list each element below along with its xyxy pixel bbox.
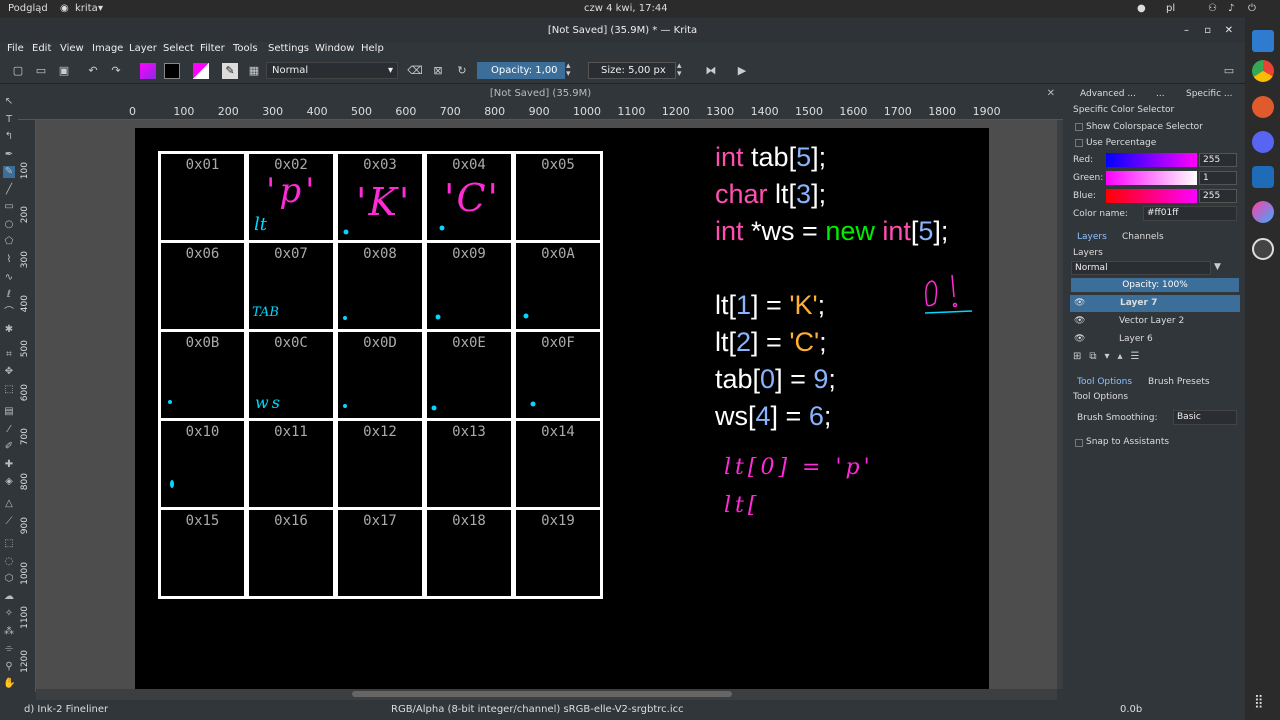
blue-label: Blue:: [1073, 191, 1096, 201]
layer-name: Layer 7: [1120, 298, 1158, 308]
snap-assistants-label: Snap to Assistants: [1086, 437, 1170, 447]
krita-icon[interactable]: [1252, 201, 1274, 223]
code-line-1: int tab[5];: [715, 142, 827, 172]
ink-ws: ws: [255, 393, 283, 412]
use-percentage-label: Use Percentage: [1086, 138, 1157, 148]
obs-icon[interactable]: [1252, 238, 1274, 260]
green-label: Green:: [1073, 173, 1104, 183]
status-brush[interactable]: d) Ink-2 Fineliner: [24, 704, 108, 715]
show-colorspace-checkbox[interactable]: [1075, 123, 1083, 131]
snap-assistants-checkbox[interactable]: [1075, 439, 1083, 447]
handwriting-cyan: [168, 225, 536, 488]
layer-opacity-slider[interactable]: Opacity: 100%: [1071, 278, 1239, 292]
red-label: Red:: [1073, 155, 1094, 165]
vertical-scrollbar[interactable]: [1057, 120, 1063, 689]
apps-grid-icon[interactable]: ⣿: [1254, 694, 1264, 709]
ink-note-2: lt[: [724, 493, 761, 518]
code-line-3: int *ws = new int[5];: [715, 216, 949, 246]
layer-actions[interactable]: ⊞⧉▾▴☰: [1073, 351, 1238, 365]
code-line-5: lt[2] = 'C';: [715, 327, 827, 357]
ink-dot: [523, 313, 529, 319]
ink-dot: [168, 400, 172, 404]
layers-title: Layers: [1073, 248, 1103, 258]
layer-name: Vector Layer 2: [1119, 316, 1185, 326]
tab-more[interactable]: ...: [1156, 89, 1165, 99]
filter-icon[interactable]: ▼: [1214, 262, 1221, 272]
ink-dot: [170, 480, 174, 488]
red-spinbox[interactable]: 255: [1199, 153, 1237, 167]
eye-icon[interactable]: 👁: [1074, 295, 1085, 312]
ink-tab: TAB: [252, 305, 279, 320]
code-line-4: lt[1] = 'K';: [715, 290, 826, 320]
ink-char-c: 'C': [444, 176, 500, 220]
status-size: 0.0b: [1120, 704, 1143, 715]
ink-dot: [435, 314, 441, 320]
ink-dot: [530, 401, 536, 407]
settings-icon[interactable]: [1252, 96, 1274, 118]
eye-icon[interactable]: 👁: [1074, 313, 1085, 330]
ink-dot: [343, 316, 347, 320]
tab-channels[interactable]: Channels: [1122, 232, 1164, 242]
chrome-icon[interactable]: [1252, 60, 1274, 82]
layer-name: Layer 6: [1119, 334, 1153, 344]
tab-specific-color[interactable]: Specific ...: [1186, 89, 1232, 99]
app-dock: ⣿: [1245, 18, 1280, 720]
code-line-7: ws[4] = 6;: [715, 401, 832, 431]
ink-exclaim-dot: [952, 302, 958, 308]
ink-lt: lt: [254, 214, 267, 235]
show-colorspace-label: Show Colorspace Selector: [1086, 122, 1203, 132]
vscode-icon[interactable]: [1252, 166, 1274, 188]
layer-row[interactable]: 👁 Vector Layer 2: [1070, 313, 1240, 330]
layer-blend-select[interactable]: Normal: [1071, 261, 1211, 275]
ink-underline: [924, 310, 973, 314]
brush-smoothing-label: Brush Smoothing:: [1077, 413, 1158, 423]
eye-icon[interactable]: 👁: [1074, 331, 1085, 348]
status-bar: d) Ink-2 Fineliner RGB/Alpha (8-bit inte…: [0, 700, 1245, 720]
blue-slider[interactable]: [1106, 189, 1197, 203]
ink-zero: [925, 280, 938, 307]
handwriting-magenta: [924, 274, 973, 314]
green-spinbox[interactable]: 1: [1199, 171, 1237, 185]
ink-exclaim: [951, 274, 955, 298]
ink-note-1: lt[0] = 'p': [724, 455, 874, 480]
tab-tool-options[interactable]: Tool Options: [1077, 377, 1132, 387]
ink-char-k: 'K': [356, 180, 412, 224]
ink-dot: [439, 225, 445, 231]
status-color-info[interactable]: RGB/Alpha (8-bit integer/channel) sRGB-e…: [391, 704, 684, 715]
ink-dot: [343, 404, 347, 408]
tab-layers[interactable]: Layers: [1077, 232, 1107, 242]
tab-brush-presets[interactable]: Brush Presets: [1148, 377, 1210, 387]
blue-spinbox[interactable]: 255: [1199, 189, 1237, 203]
specific-color-title: Specific Color Selector: [1073, 105, 1175, 115]
color-name-input[interactable]: #ff01ff: [1143, 206, 1237, 221]
discord-icon[interactable]: [1252, 131, 1274, 153]
layer-row[interactable]: 👁 Layer 6: [1070, 331, 1240, 348]
color-name-label: Color name:: [1073, 209, 1128, 219]
scrollbar-thumb[interactable]: [352, 691, 732, 697]
files-icon[interactable]: [1252, 30, 1274, 52]
red-slider[interactable]: [1106, 153, 1197, 167]
code-line-6: tab[0] = 9;: [715, 364, 836, 394]
use-percentage-checkbox[interactable]: [1075, 139, 1083, 147]
layer-row[interactable]: 👁 Layer 7: [1070, 295, 1240, 312]
green-slider[interactable]: [1106, 171, 1197, 185]
horizontal-scrollbar[interactable]: [36, 689, 1057, 700]
ink-dot: [343, 229, 349, 235]
brush-smoothing-select[interactable]: Basic: [1173, 410, 1237, 425]
tab-advanced-color[interactable]: Advanced ...: [1080, 89, 1136, 99]
code-line-2: char lt[3];: [715, 179, 827, 209]
ink-dot: [431, 405, 437, 411]
tool-options-title: Tool Options: [1073, 392, 1129, 402]
ink-char-p: 'p': [266, 171, 319, 211]
